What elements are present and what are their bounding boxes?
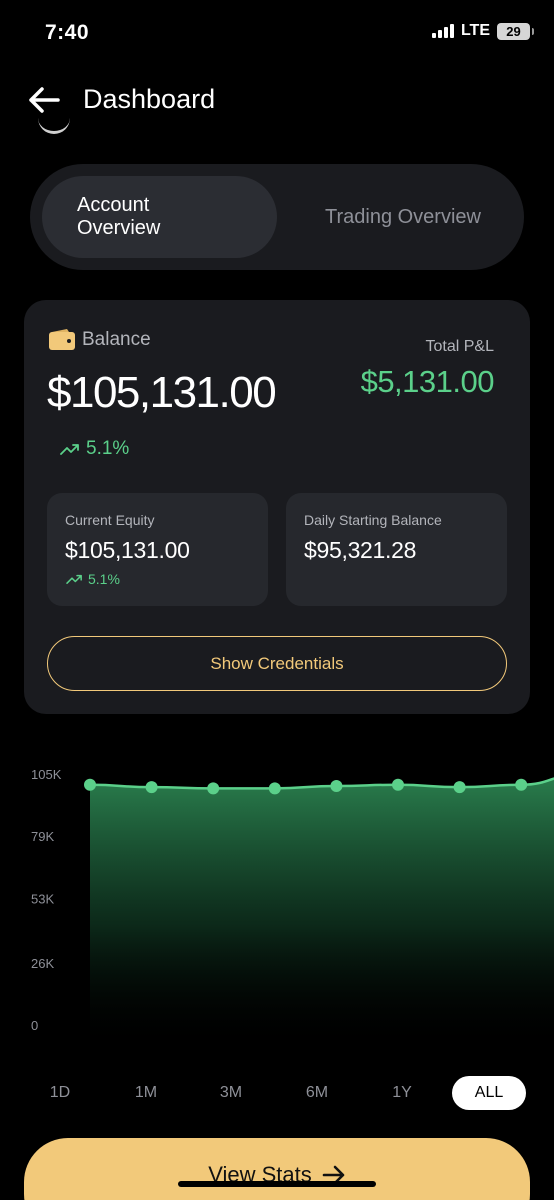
- balance-label: Balance: [82, 329, 151, 350]
- range-selector: 1D 1M 3M 6M 1Y ALL: [0, 1076, 554, 1112]
- show-credentials-label: Show Credentials: [210, 653, 344, 673]
- back-button[interactable]: [26, 82, 62, 118]
- status-indicators: LTE 29: [431, 22, 534, 40]
- header: Dashboard: [0, 76, 554, 124]
- arrow-left-icon: [29, 87, 60, 113]
- balance-card: Balance $105,131.00 5.1% Total P&L $5,13…: [24, 300, 530, 714]
- chart-area: [90, 778, 554, 1050]
- equity-change: 5.1%: [66, 571, 120, 587]
- y-axis: 105K 79K 53K 26K 0: [31, 767, 62, 1033]
- balance-chart: 105K 79K 53K 26K 0: [0, 750, 554, 1050]
- balance-change: 5.1%: [60, 438, 129, 460]
- trend-up-icon: [60, 444, 79, 455]
- y-tick-label: 105K: [31, 767, 62, 782]
- range-label: 1D: [49, 1084, 71, 1101]
- pnl-label: Total P&L: [425, 338, 494, 355]
- equity-change-value: 5.1%: [88, 571, 120, 587]
- home-indicator: [178, 1181, 376, 1187]
- y-tick-label: 79K: [31, 829, 54, 844]
- range-label: 3M: [219, 1084, 243, 1101]
- data-point[interactable]: [207, 782, 220, 795]
- range-all[interactable]: ALL: [452, 1076, 526, 1110]
- equity-label: Current Equity: [65, 512, 155, 528]
- show-credentials-button[interactable]: Show Credentials: [47, 636, 507, 691]
- tab-label: Trading Overview: [325, 205, 481, 228]
- data-point[interactable]: [330, 779, 343, 792]
- equity-value: $105,131.00: [65, 537, 190, 563]
- data-point[interactable]: [268, 782, 281, 795]
- data-point[interactable]: [392, 778, 404, 791]
- page-title: Dashboard: [83, 84, 216, 114]
- range-label: 1M: [134, 1084, 158, 1101]
- network-type: LTE: [460, 22, 490, 39]
- avatar: [38, 118, 70, 134]
- range-label: 1Y: [392, 1084, 412, 1101]
- tab-account-overview[interactable]: Account Overview: [42, 176, 277, 258]
- daily-start-label: Daily Starting Balance: [304, 512, 442, 528]
- range-label: ALL: [474, 1084, 504, 1101]
- trend-up-icon: [66, 574, 82, 584]
- range-3m[interactable]: 3M: [205, 1076, 257, 1110]
- range-1y[interactable]: 1Y: [376, 1076, 428, 1110]
- balance-chart-svg: 105K 79K 53K 26K 0: [31, 767, 554, 1050]
- range-label: 6M: [305, 1084, 329, 1101]
- range-6m[interactable]: 6M: [291, 1076, 343, 1110]
- tab-label: Account Overview: [77, 194, 161, 239]
- tab-trading-overview[interactable]: Trading Overview: [292, 176, 514, 258]
- overview-tabs: Account Overview Trading Overview: [30, 164, 524, 270]
- data-point[interactable]: [145, 781, 158, 794]
- balance-value: $105,131.00: [47, 368, 277, 417]
- data-point[interactable]: [453, 781, 466, 794]
- battery-level: 29: [506, 23, 521, 39]
- battery-icon: 29: [497, 22, 534, 40]
- signal-icon: [431, 24, 454, 38]
- view-stats-button[interactable]: View Stats: [24, 1138, 530, 1200]
- y-tick-label: 53K: [31, 891, 54, 906]
- y-tick-label: 0: [31, 1018, 38, 1033]
- chart-line: [89, 777, 554, 790]
- current-equity-card: Current Equity $105,131.00 5.1%: [47, 493, 268, 606]
- status-bar: 7:40 LTE 29: [0, 0, 554, 68]
- daily-starting-balance-card: Daily Starting Balance $95,321.28: [286, 493, 507, 606]
- range-1d[interactable]: 1D: [34, 1076, 86, 1110]
- balance-change-value: 5.1%: [86, 438, 130, 459]
- range-1m[interactable]: 1M: [120, 1076, 172, 1110]
- y-tick-label: 26K: [31, 956, 54, 971]
- status-time: 7:40: [45, 21, 90, 44]
- pnl-value: $5,131.00: [360, 364, 495, 399]
- daily-start-value: $95,321.28: [304, 537, 417, 563]
- data-point[interactable]: [515, 778, 528, 791]
- data-point[interactable]: [84, 778, 96, 791]
- wallet-icon: [49, 329, 75, 350]
